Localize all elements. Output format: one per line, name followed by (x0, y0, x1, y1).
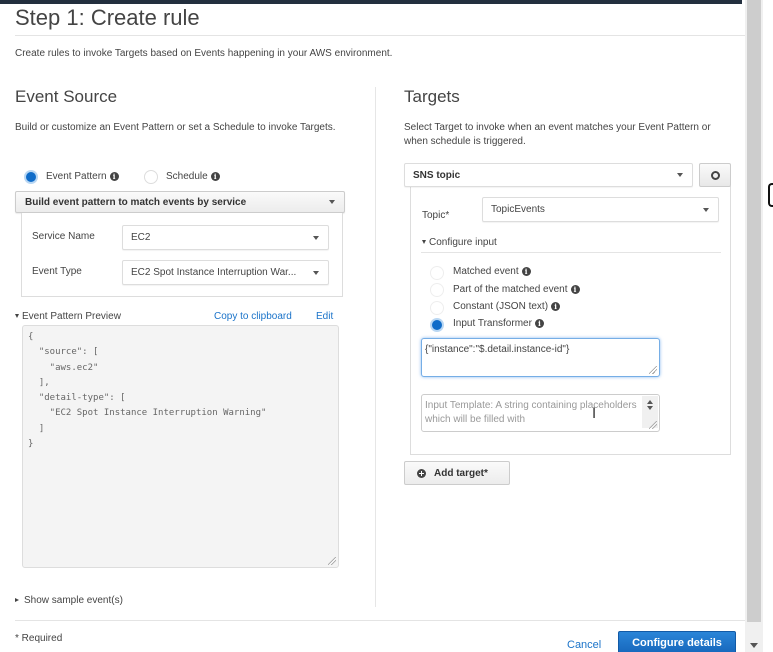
topic-select[interactable]: TopicEvents (482, 197, 719, 222)
chevron-down-icon (313, 235, 319, 240)
add-target-label: Add target* (434, 467, 488, 479)
info-icon[interactable]: i (534, 318, 544, 328)
chevron-down-icon (677, 173, 683, 177)
caret-down-icon (422, 240, 426, 245)
matched-event-option: Matched event i (453, 266, 531, 277)
matched-event-radio[interactable] (430, 266, 444, 280)
schedule-text: Schedule (166, 171, 208, 182)
topic-label: Topic* (422, 210, 450, 221)
cancel-button[interactable]: Cancel (567, 639, 601, 651)
service-name-select[interactable]: EC2 (122, 225, 329, 250)
edit-link[interactable]: Edit (316, 311, 333, 322)
event-type-select[interactable]: EC2 Spot Instance Interruption War... (122, 260, 329, 285)
event-pattern-text: Event Pattern (46, 171, 107, 182)
input-paths-value: {"instance":"$.detail.instance-id"} (425, 344, 570, 355)
required-note: * Required (15, 633, 63, 644)
service-name-value: EC2 (131, 232, 151, 243)
page-title: Step 1: Create rule (15, 5, 200, 30)
schedule-label: Schedule i (166, 171, 220, 182)
info-icon[interactable]: i (551, 301, 561, 311)
title-divider (15, 35, 745, 36)
remove-circle-icon (710, 170, 720, 180)
event-source-heading: Event Source (15, 87, 118, 106)
info-icon[interactable]: i (521, 266, 531, 276)
caret-down-icon (15, 314, 19, 319)
caret-right-icon (15, 598, 19, 603)
target-type-select[interactable]: SNS topic (404, 163, 693, 187)
event-type-label: Event Type (32, 266, 82, 277)
targets-description: Select Target to invoke when an event ma… (404, 122, 711, 147)
input-transformer-label: Input Transformer (453, 318, 532, 329)
info-icon[interactable]: i (210, 171, 220, 181)
chevron-down-icon (703, 207, 709, 212)
part-matched-event-option: Part of the matched event i (453, 284, 580, 295)
resize-handle-icon[interactable] (328, 557, 336, 565)
event-pattern-preview-toggle[interactable]: Event Pattern Preview (15, 311, 121, 322)
input-transformer-radio[interactable] (430, 318, 444, 332)
add-target-button[interactable]: Add target* (404, 461, 510, 485)
part-matched-event-radio[interactable] (430, 283, 444, 297)
copy-to-clipboard-link[interactable]: Copy to clipboard (214, 311, 292, 322)
configure-details-button[interactable]: Configure details (618, 631, 736, 652)
page-subtitle: Create rules to invoke Targets based on … (15, 48, 393, 59)
configure-input-label: Configure input (429, 237, 497, 248)
show-sample-events-toggle[interactable]: Show sample event(s) (15, 595, 123, 606)
schedule-radio[interactable] (144, 170, 158, 184)
plus-circle-icon (417, 468, 426, 478)
targets-heading: Targets (404, 87, 460, 106)
constant-json-radio[interactable] (430, 301, 444, 315)
chevron-down-icon (329, 200, 335, 204)
topic-value: TopicEvents (491, 204, 545, 215)
resize-handle-icon[interactable] (649, 366, 657, 374)
arrow-up-icon (647, 400, 653, 404)
configure-input-divider (421, 252, 721, 253)
remove-target-button[interactable] (699, 163, 731, 187)
input-transformer-option: Input Transformer i (453, 318, 544, 329)
arrow-down-icon (647, 406, 653, 410)
footer-divider (15, 620, 745, 621)
event-type-value: EC2 Spot Instance Interruption War... (131, 267, 297, 278)
input-paths-textarea[interactable]: {"instance":"$.detail.instance-id"} (421, 338, 660, 377)
input-template-textarea[interactable]: Input Template: A string containing plac… (421, 394, 660, 432)
preview-toggle-label: Event Pattern Preview (22, 311, 121, 322)
info-icon[interactable]: i (570, 284, 580, 294)
create-rule-page: Step 1: Create rule Create rules to invo… (0, 0, 745, 652)
side-panel-handle[interactable] (768, 183, 773, 207)
event-pattern-radio[interactable] (24, 170, 38, 184)
sample-toggle-label: Show sample event(s) (24, 595, 123, 606)
event-pattern-preview[interactable]: { "source": [ "aws.ec2" ], "detail-type"… (22, 325, 339, 568)
window-edge (763, 0, 773, 652)
pattern-mode-dropdown[interactable]: Build event pattern to match events by s… (15, 191, 345, 213)
info-icon[interactable]: i (109, 171, 119, 181)
matched-event-label: Matched event (453, 266, 519, 277)
chevron-down-icon (313, 270, 319, 275)
event-source-description: Build or customize an Event Pattern or s… (15, 122, 336, 133)
scrollbar-thumb[interactable] (747, 0, 761, 622)
scroll-down-arrow-icon[interactable] (750, 643, 758, 648)
column-divider (375, 87, 376, 607)
configure-input-toggle[interactable]: Configure input (422, 237, 497, 248)
service-name-label: Service Name (32, 231, 95, 242)
event-pattern-label: Event Pattern i (46, 171, 119, 182)
part-matched-event-label: Part of the matched event (453, 284, 568, 295)
target-type-value: SNS topic (413, 169, 461, 181)
pattern-mode-value: Build event pattern to match events by s… (25, 196, 247, 208)
resize-handle-icon[interactable] (649, 421, 657, 429)
top-nav-bar (0, 0, 742, 4)
constant-json-label: Constant (JSON text) (453, 301, 549, 312)
constant-json-option: Constant (JSON text) i (453, 301, 561, 312)
event-pattern-code: { "source": [ "aws.ec2" ], "detail-type"… (28, 332, 267, 450)
text-cursor-icon: I (592, 406, 597, 422)
input-template-placeholder: Input Template: A string containing plac… (425, 400, 637, 425)
